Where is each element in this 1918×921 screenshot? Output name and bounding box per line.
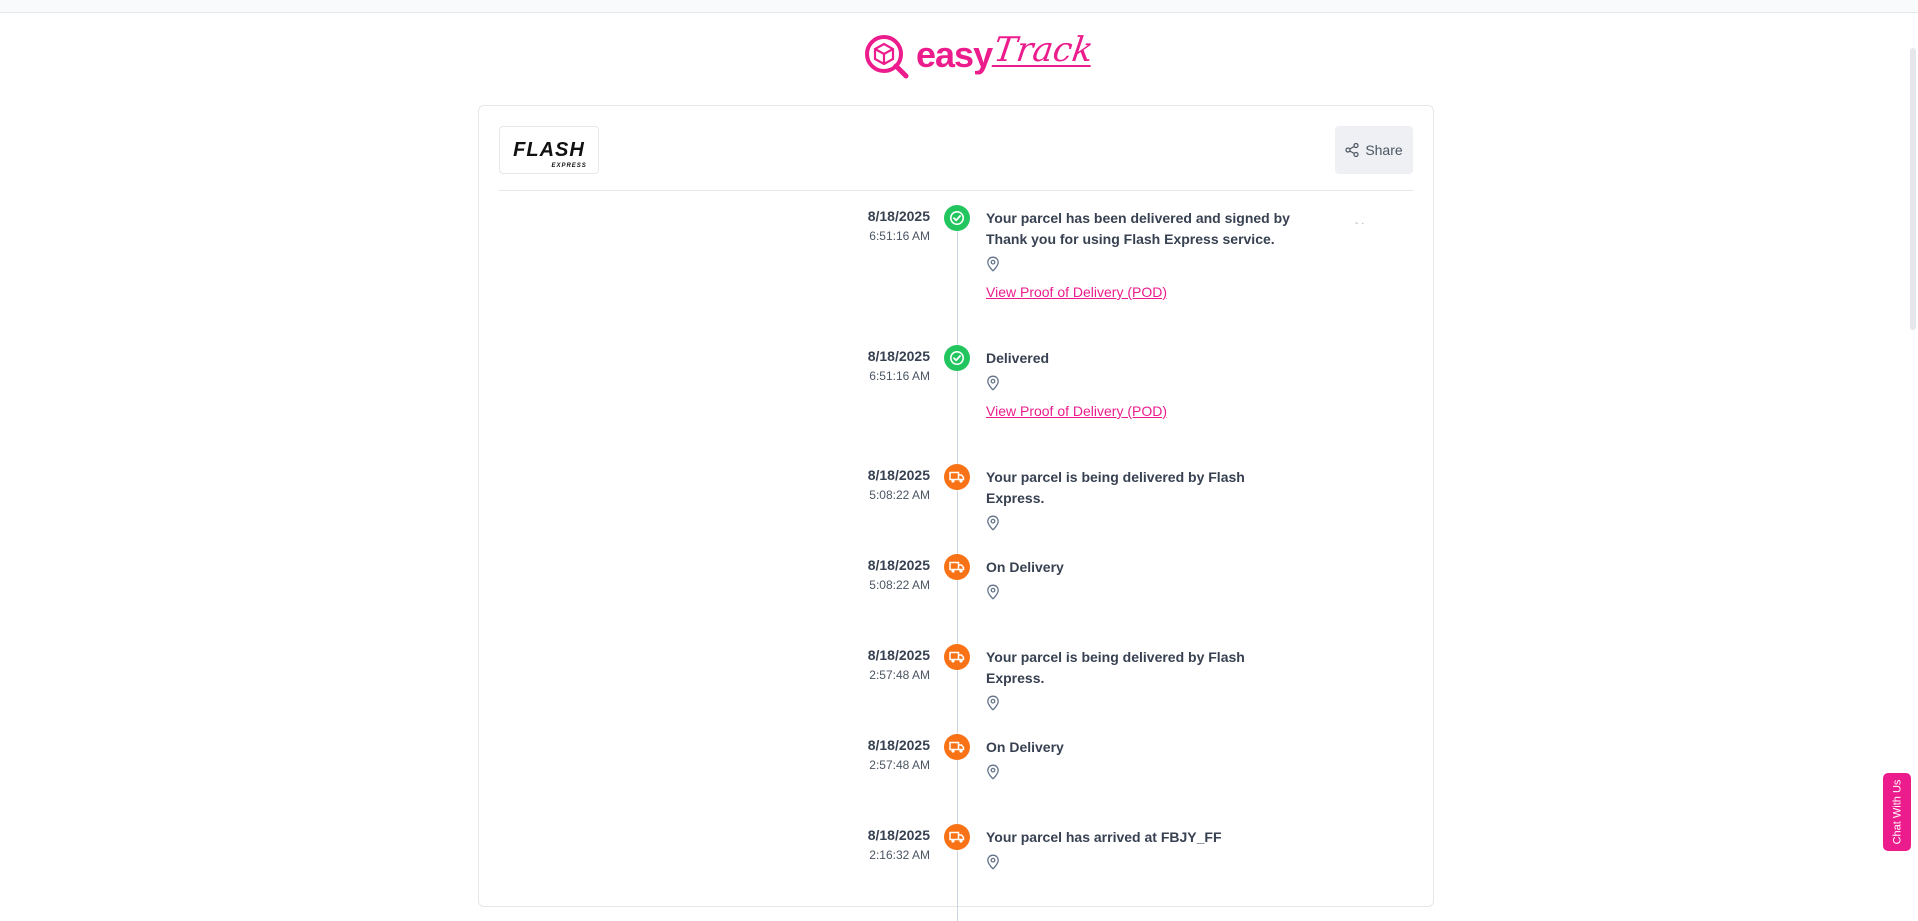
page-scrollbar[interactable] (1910, 48, 1916, 330)
chat-label: Chat With Us (1891, 779, 1904, 845)
location-pin-icon (986, 764, 1306, 784)
share-button[interactable]: Share (1335, 126, 1413, 174)
event-date: 8/18/2025 (867, 348, 930, 364)
view-pod-link[interactable]: View Proof of Delivery (POD) (986, 284, 1167, 300)
event-message: Your parcel has arrived at FBJY_FF (986, 829, 1222, 845)
location-pin-icon (986, 515, 1306, 535)
tracking-card: FLASH EXPRESS Share - · 8/18/2025 6:51:16… (478, 105, 1434, 921)
event-message: Your parcel has been delivered and signe… (986, 210, 1290, 247)
check-circle-icon (944, 345, 970, 371)
location-pin-icon (986, 854, 1306, 874)
event-date: 8/18/2025 (867, 647, 930, 663)
event-date: 8/18/2025 (867, 737, 930, 753)
location-pin-icon (986, 375, 1306, 395)
truck-icon (944, 464, 970, 490)
location-pin-icon (986, 256, 1306, 276)
carrier-name: FLASH EXPRESS (513, 138, 587, 169)
event-time: 2:16:32 AM (869, 848, 930, 862)
event-message: Delivered (986, 350, 1050, 366)
event-date: 8/18/2025 (867, 827, 930, 843)
chat-with-us-button[interactable]: Chat With Us (1883, 773, 1911, 851)
event-time: 5:08:22 AM (869, 488, 930, 502)
truck-icon (944, 824, 970, 850)
top-bar (0, 0, 1918, 13)
view-pod-link[interactable]: View Proof of Delivery (POD) (986, 403, 1167, 419)
carrier-logo: FLASH EXPRESS (499, 126, 599, 174)
truck-icon (944, 644, 970, 670)
carrier-sub: EXPRESS (551, 162, 587, 169)
faint-text-mark: - · (1355, 218, 1365, 229)
event-time: 6:51:16 AM (869, 229, 930, 243)
header-divider (499, 190, 1413, 191)
event-message: On Delivery (986, 739, 1064, 755)
event-time: 2:57:48 AM (869, 668, 930, 682)
logo-text-track: Track (991, 30, 1096, 70)
location-pin-icon (986, 695, 1306, 715)
logo-text-easy: easy (916, 34, 993, 75)
share-label: Share (1365, 142, 1403, 158)
event-message: Your parcel is being delivered by Flash … (986, 469, 1245, 506)
event-message: Your parcel is being delivered by Flash … (986, 649, 1245, 686)
event-time: 5:08:22 AM (869, 578, 930, 592)
event-date: 8/18/2025 (867, 467, 930, 483)
event-message: On Delivery (986, 559, 1064, 575)
event-date: 8/18/2025 (867, 557, 930, 573)
event-time: 6:51:16 AM (869, 369, 930, 383)
share-icon (1345, 143, 1359, 157)
check-circle-icon (944, 205, 970, 231)
location-pin-icon (986, 584, 1306, 604)
easytrack-logo[interactable]: easy Track (862, 30, 1096, 86)
event-time: 2:57:48 AM (869, 758, 930, 772)
truck-icon (944, 734, 970, 760)
truck-icon (944, 554, 970, 580)
magnifier-box-icon (865, 35, 909, 79)
event-date: 8/18/2025 (867, 208, 930, 224)
